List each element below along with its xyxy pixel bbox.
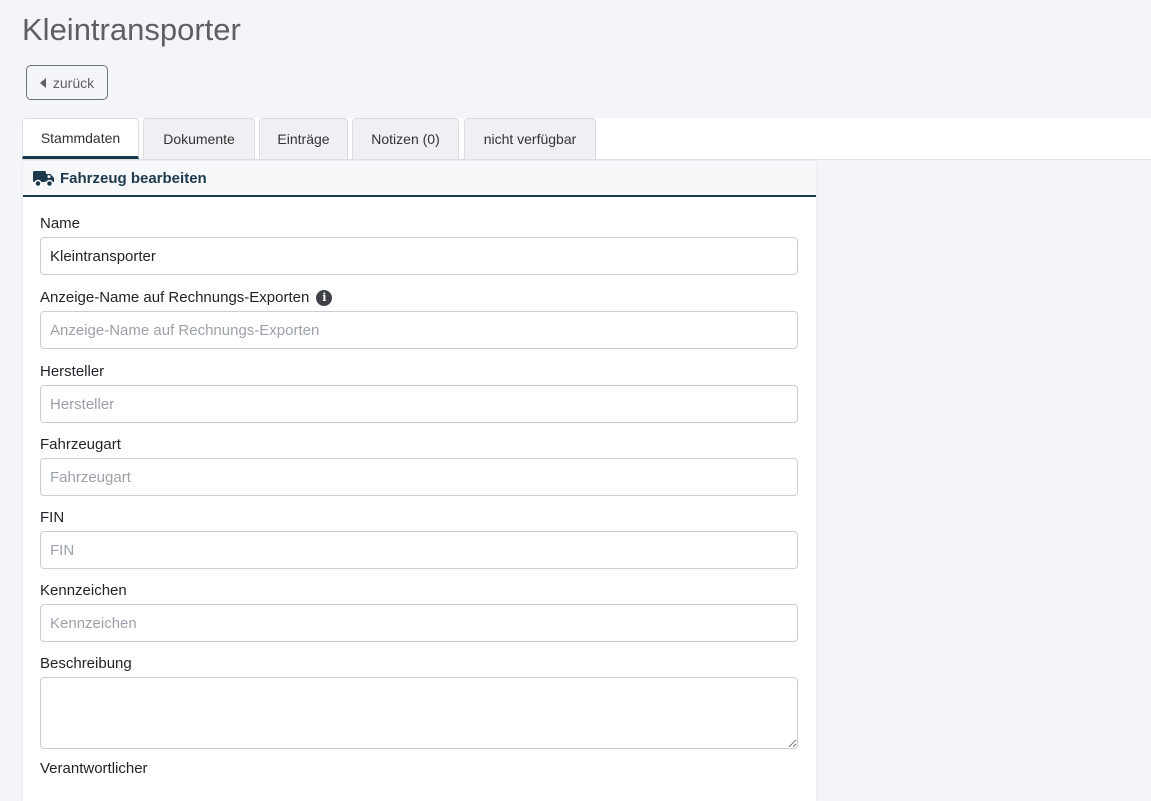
vehicle-edit-card: Fahrzeug bearbeiten Name Anzeige-Name au… (23, 161, 816, 801)
caret-left-icon (39, 77, 46, 88)
display-name-input[interactable] (40, 311, 798, 349)
truck-icon (33, 170, 54, 187)
display-name-label-row: Anzeige-Name auf Rechnungs-Exporten i (40, 288, 798, 308)
name-group: Name (40, 214, 798, 275)
back-button-label: zurück (52, 74, 95, 91)
name-label: Name (40, 215, 81, 232)
info-icon[interactable]: i (316, 290, 333, 306)
name-input[interactable] (40, 237, 798, 275)
vehicle-type-label: Fahrzeugart (40, 436, 121, 453)
tab-notizen[interactable]: Notizen (0) (352, 118, 459, 159)
manufacturer-group: Hersteller (40, 362, 798, 423)
description-group: Beschreibung (40, 654, 798, 749)
plate-input[interactable] (40, 604, 798, 642)
responsible-label: Verantwortlicher (40, 760, 148, 777)
description-textarea[interactable] (40, 677, 798, 749)
display-name-label: Anzeige-Name auf Rechnungs-Exporten (40, 289, 310, 306)
fin-group: FIN (40, 508, 798, 569)
page-title: Kleintransporter (22, 12, 241, 47)
description-label: Beschreibung (40, 655, 132, 672)
plate-label: Kennzeichen (40, 582, 127, 599)
tab-dokumente[interactable]: Dokumente (143, 118, 255, 159)
card-header: Fahrzeug bearbeiten (23, 161, 816, 197)
vehicle-type-group: Fahrzeugart (40, 435, 798, 496)
card-title: Fahrzeug bearbeiten (60, 169, 207, 187)
tab-stammdaten[interactable]: Stammdaten (22, 118, 139, 159)
tab-bar: Stammdaten Dokumente Einträge Notizen (0… (22, 118, 1151, 160)
responsible-group: Verantwortlicher (40, 759, 798, 779)
back-button[interactable]: zurück (26, 65, 108, 100)
fin-input[interactable] (40, 531, 798, 569)
tab-eintraege[interactable]: Einträge (259, 118, 348, 159)
display-name-group: Anzeige-Name auf Rechnungs-Exporten i (40, 288, 798, 349)
manufacturer-label: Hersteller (40, 363, 105, 380)
tab-nicht-verfuegbar[interactable]: nicht verfügbar (464, 118, 596, 159)
fin-label: FIN (40, 509, 65, 526)
manufacturer-input[interactable] (40, 385, 798, 423)
plate-group: Kennzeichen (40, 581, 798, 642)
vehicle-type-input[interactable] (40, 458, 798, 496)
